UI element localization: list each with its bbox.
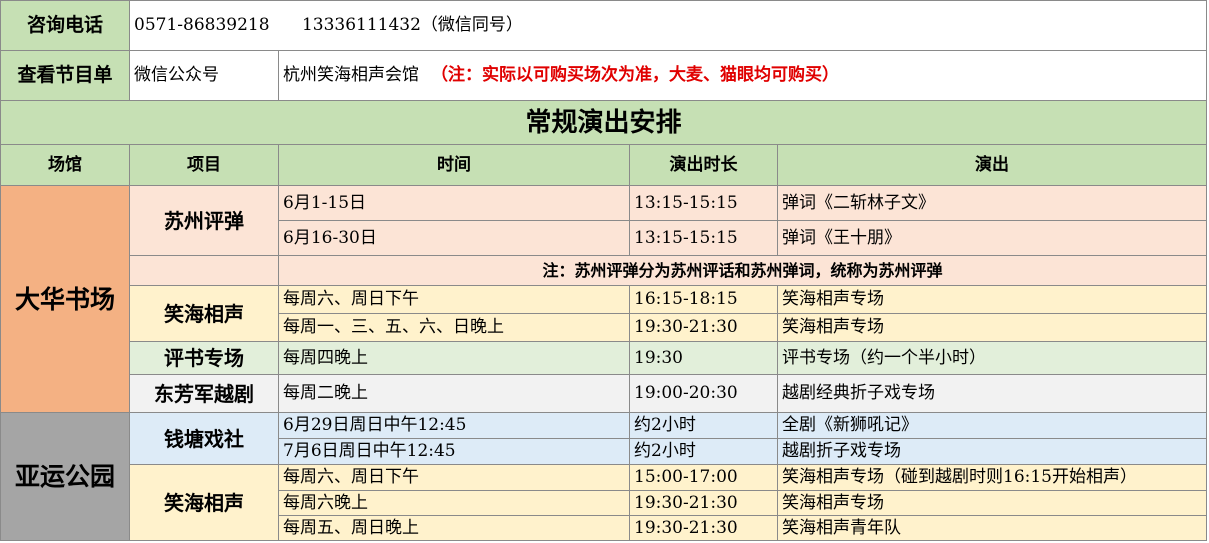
duration-cell[interactable]: 19:30 bbox=[629, 341, 778, 375]
column-header-show: 演出 bbox=[777, 144, 1207, 186]
duration-cell[interactable]: 19:00-20:30 bbox=[629, 374, 778, 413]
show-cell[interactable]: 弹词《二斩林子文》 bbox=[777, 185, 1207, 221]
item-cell: 东芳军越剧 bbox=[129, 374, 279, 413]
venue-cell: 大华书场 bbox=[0, 185, 130, 413]
show-cell[interactable]: 弹词《王十朋》 bbox=[777, 220, 1207, 256]
show-cell[interactable]: 笑海相声专场（碰到越剧时则16:15开始相声） bbox=[777, 464, 1207, 491]
item-cell: 笑海相声 bbox=[129, 464, 279, 541]
phone-value[interactable]: 0571-86839218 13336111432（微信同号） bbox=[129, 0, 1207, 51]
time-cell[interactable]: 每周五、周日晚上 bbox=[278, 515, 630, 541]
show-cell[interactable]: 全剧《新狮吼记》 bbox=[777, 412, 1207, 439]
column-header-duration: 演出时长 bbox=[629, 144, 778, 186]
item-cell: 苏州评弹 bbox=[129, 185, 279, 256]
table-row: 东芳军越剧 每周二晚上 19:00-20:30 越剧经典折子戏专场 bbox=[1, 374, 1207, 413]
duration-cell[interactable]: 约2小时 bbox=[629, 438, 778, 465]
time-cell[interactable]: 每周六、周日下午 bbox=[278, 285, 630, 314]
venue-cell: 亚运公园 bbox=[0, 412, 130, 541]
sheet-title: 常规演出安排 bbox=[0, 100, 1207, 145]
time-cell[interactable]: 6月16-30日 bbox=[278, 220, 630, 256]
show-cell[interactable]: 越剧折子戏专场 bbox=[777, 438, 1207, 465]
show-cell[interactable]: 笑海相声专场 bbox=[777, 313, 1207, 342]
column-header-venue: 场馆 bbox=[0, 144, 130, 186]
table-row: 注：苏州评弹分为苏州评话和苏州弹词，统称为苏州评弹 bbox=[1, 255, 1207, 286]
duration-cell[interactable]: 约2小时 bbox=[629, 412, 778, 439]
time-cell[interactable]: 每周四晚上 bbox=[278, 341, 630, 375]
item-cell: 钱塘戏社 bbox=[129, 412, 279, 465]
duration-cell[interactable]: 15:00-17:00 bbox=[629, 464, 778, 491]
program-label: 查看节目单 bbox=[0, 50, 130, 101]
time-cell[interactable]: 每周一、三、五、六、日晚上 bbox=[278, 313, 630, 342]
account-cell[interactable]: 杭州笑海相声会馆 （注：实际以可购买场次为准，大麦、猫眼均可购买） bbox=[278, 50, 1207, 101]
time-cell[interactable]: 6月1-15日 bbox=[278, 185, 630, 221]
duration-cell[interactable]: 19:30-21:30 bbox=[629, 313, 778, 342]
item-cell: 笑海相声 bbox=[129, 285, 279, 342]
time-cell[interactable]: 每周二晚上 bbox=[278, 374, 630, 413]
duration-cell[interactable]: 16:15-18:15 bbox=[629, 285, 778, 314]
time-cell[interactable]: 6月29日周日中午12:45 bbox=[278, 412, 630, 439]
table-row: 大华书场 苏州评弹 6月1-15日 13:15-15:15 弹词《二斩林子文》 bbox=[0, 185, 1207, 413]
time-cell[interactable]: 每周六、周日下午 bbox=[278, 464, 630, 491]
purchase-note: （注：实际以可购买场次为准，大麦、猫眼均可购买） bbox=[431, 65, 839, 85]
table-row: 亚运公园 钱塘戏社 6月29日周日中午12:45 约2小时 全剧《新狮吼记》 bbox=[0, 412, 1207, 541]
show-cell[interactable]: 笑海相声专场 bbox=[777, 285, 1207, 314]
show-cell[interactable]: 笑海相声专场 bbox=[777, 490, 1207, 516]
table-row: 笑海相声 每周六、周日下午 16:15-18:15 笑海相声专场 bbox=[1, 285, 1207, 342]
phone-label: 咨询电话 bbox=[0, 0, 130, 51]
duration-cell[interactable]: 13:15-15:15 bbox=[629, 185, 778, 221]
column-header-item: 项目 bbox=[129, 144, 279, 186]
table-row: 笑海相声 每周六、周日下午 15:00-17:00 笑海相声专场（碰到越剧时则1… bbox=[1, 464, 1207, 541]
pingtan-note: 注：苏州评弹分为苏州评话和苏州弹词，统称为苏州评弹 bbox=[278, 255, 1207, 286]
wechat-label: 微信公众号 bbox=[129, 50, 279, 101]
item-cell: 评书专场 bbox=[129, 341, 279, 375]
show-cell[interactable]: 评书专场（约一个半小时） bbox=[777, 341, 1207, 375]
table-row: 评书专场 每周四晚上 19:30 评书专场（约一个半小时） bbox=[1, 341, 1207, 375]
schedule-sheet: 咨询电话 0571-86839218 13336111432（微信同号） 查看节… bbox=[0, 0, 1207, 541]
item-cell-empty bbox=[129, 255, 279, 286]
account-name: 杭州笑海相声会馆 bbox=[283, 65, 419, 85]
time-cell[interactable]: 每周六晚上 bbox=[278, 490, 630, 516]
duration-cell[interactable]: 13:15-15:15 bbox=[629, 220, 778, 256]
duration-cell[interactable]: 19:30-21:30 bbox=[629, 490, 778, 516]
duration-cell[interactable]: 19:30-21:30 bbox=[629, 515, 778, 541]
show-cell[interactable]: 越剧经典折子戏专场 bbox=[777, 374, 1207, 413]
show-cell[interactable]: 笑海相声青年队 bbox=[777, 515, 1207, 541]
column-header-time: 时间 bbox=[278, 144, 630, 186]
time-cell[interactable]: 7月6日周日中午12:45 bbox=[278, 438, 630, 465]
